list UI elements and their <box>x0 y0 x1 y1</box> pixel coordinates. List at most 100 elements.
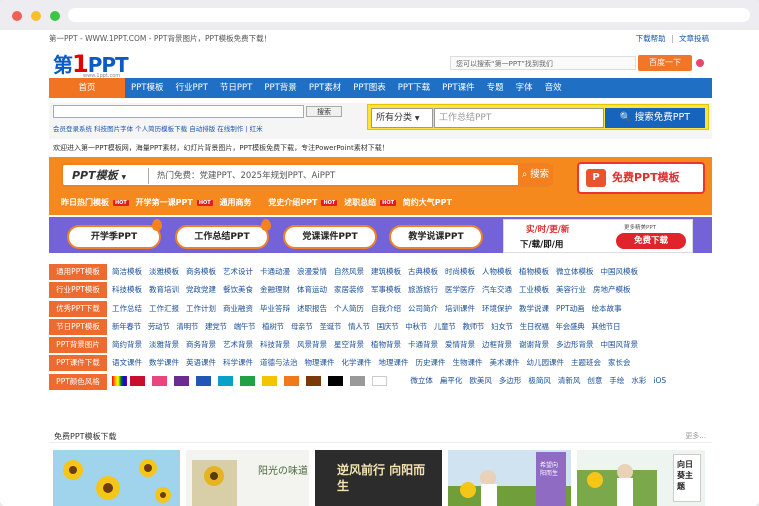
category-link[interactable]: 时尚模板 <box>445 267 475 276</box>
category-link[interactable]: 人物模板 <box>482 267 512 276</box>
color-swatch[interactable] <box>174 375 189 386</box>
category-search-input[interactable]: 工作总结PPT <box>434 108 604 128</box>
category-link[interactable]: 国庆节 <box>377 322 399 331</box>
color-swatch[interactable] <box>350 375 365 386</box>
category-link[interactable]: 家长会 <box>608 358 631 367</box>
color-swatch[interactable] <box>240 375 255 386</box>
site-search-button[interactable]: 搜索 <box>306 106 342 117</box>
category-link[interactable]: 艺术背景 <box>223 340 253 349</box>
category-link[interactable]: 极简风 <box>528 376 551 385</box>
free-ppt-promo-button[interactable]: P 免费PPT模板 <box>577 162 705 194</box>
nav-item[interactable]: PPT下载 <box>392 78 436 98</box>
category-link[interactable]: 生日祝福 <box>520 322 549 331</box>
nav-item[interactable]: PPT图表 <box>347 78 391 98</box>
category-link[interactable]: 植物模板 <box>519 267 549 276</box>
category-link[interactable]: 商业融资 <box>223 304 253 313</box>
color-swatch[interactable] <box>262 375 277 386</box>
maximize-window-icon[interactable] <box>50 11 60 21</box>
download-ad[interactable]: 实/时/更/新 下/载/即/用 更多精美PPT 免费下载 <box>503 219 693 253</box>
category-link[interactable]: 述职报告 <box>297 304 327 313</box>
category-link[interactable]: 科学课件 <box>223 358 253 367</box>
template-thumbnail[interactable]: 希望向阳而生 <box>448 450 571 506</box>
category-link[interactable]: 环境保护 <box>482 304 512 313</box>
category-link[interactable]: 中国风模板 <box>601 267 639 276</box>
category-link[interactable]: 房地产模板 <box>593 285 631 294</box>
category-link[interactable]: 物理课件 <box>305 358 335 367</box>
address-bar[interactable] <box>68 8 750 22</box>
category-link[interactable]: 幼儿园课件 <box>527 358 565 367</box>
category-link[interactable]: 个人简历 <box>334 304 364 313</box>
category-link[interactable]: 淡雅模板 <box>149 267 179 276</box>
category-link[interactable]: 植物背景 <box>371 340 401 349</box>
category-link[interactable]: 培训课件 <box>445 304 475 313</box>
nav-item[interactable]: PPT素材 <box>303 78 347 98</box>
category-link[interactable]: 清新风 <box>558 376 581 385</box>
baidu-search-button[interactable]: 百度一下 <box>638 55 692 71</box>
download-help-link[interactable]: 下载帮助 <box>636 34 666 43</box>
category-link[interactable]: 星空背景 <box>334 340 364 349</box>
main-search-category[interactable]: PPT模板 ▼ <box>67 168 149 184</box>
category-link[interactable]: 创意 <box>587 376 602 385</box>
category-link[interactable]: 汽车交通 <box>482 285 512 294</box>
category-link[interactable]: 淡雅背景 <box>149 340 179 349</box>
color-swatch[interactable] <box>130 375 145 386</box>
nav-item[interactable]: 字体 <box>510 78 539 98</box>
category-link[interactable]: 数学课件 <box>149 358 179 367</box>
category-link[interactable]: 建党节 <box>205 322 227 331</box>
color-swatch[interactable] <box>372 375 387 386</box>
category-link[interactable]: 扁平化 <box>440 376 463 385</box>
category-link[interactable]: 绘本故事 <box>592 304 622 313</box>
category-link[interactable]: 军事模板 <box>371 285 401 294</box>
color-swatch[interactable] <box>306 375 321 386</box>
category-link[interactable]: 边框背景 <box>482 340 512 349</box>
category-link[interactable]: 圣诞节 <box>319 322 341 331</box>
category-link[interactable]: 古典模板 <box>408 267 438 276</box>
category-link[interactable]: 教学说课 <box>519 304 549 313</box>
category-link[interactable]: 欧美风 <box>469 376 492 385</box>
nav-item[interactable]: 节日PPT <box>214 78 258 98</box>
category-link[interactable]: 道德与法治 <box>260 358 298 367</box>
category-link[interactable]: 体育运动 <box>297 285 327 294</box>
category-link[interactable]: PPT动画 <box>556 304 585 313</box>
category-link[interactable]: 中秋节 <box>405 322 427 331</box>
category-link[interactable]: 党政党建 <box>186 285 216 294</box>
category-link[interactable]: 生物课件 <box>453 358 483 367</box>
hot-link[interactable]: 述职总结 <box>344 198 376 207</box>
nav-item[interactable]: PPT课件 <box>436 78 480 98</box>
nav-item[interactable]: PPT模板 <box>125 78 169 98</box>
hot-link[interactable]: 党史介绍PPT <box>268 198 317 207</box>
category-link[interactable]: 建筑模板 <box>371 267 401 276</box>
category-link[interactable]: 简约背景 <box>112 340 142 349</box>
close-icon[interactable] <box>696 59 704 67</box>
category-link[interactable]: 多边形 <box>499 376 522 385</box>
category-link[interactable]: 美容行业 <box>556 285 586 294</box>
nav-item[interactable]: 音效 <box>539 78 568 98</box>
category-link[interactable]: 其他节日 <box>591 322 620 331</box>
category-label[interactable]: 节日PPT模板 <box>49 318 107 335</box>
nav-item-home[interactable]: 首页 <box>49 78 125 98</box>
nav-item[interactable]: 行业PPT <box>169 78 213 98</box>
more-link[interactable]: 更多... <box>685 431 706 441</box>
category-link[interactable]: 历史课件 <box>416 358 446 367</box>
category-link[interactable]: 毕业答辩 <box>260 304 290 313</box>
hot-link[interactable]: 通用商务 <box>220 198 252 207</box>
color-swatch[interactable] <box>218 375 233 386</box>
category-link[interactable]: 卡通背景 <box>408 340 438 349</box>
template-thumbnail[interactable]: 阳光の味道 <box>186 450 309 506</box>
category-link[interactable]: 植树节 <box>262 322 284 331</box>
category-link[interactable]: 母亲节 <box>291 322 313 331</box>
category-select[interactable]: 所有分类 ▼ <box>371 108 433 128</box>
category-link[interactable]: 工作汇报 <box>149 304 179 313</box>
category-link[interactable]: 公司简介 <box>408 304 438 313</box>
category-link[interactable]: iOS <box>653 376 666 385</box>
category-link[interactable]: 餐饮美食 <box>223 285 253 294</box>
category-label[interactable]: PPT颜色风格 <box>49 373 107 390</box>
search-free-ppt-button[interactable]: 🔍 搜索免费PPT <box>605 108 705 128</box>
category-link[interactable]: 自然风景 <box>334 267 364 276</box>
category-link[interactable]: 谢谢背景 <box>519 340 549 349</box>
category-link[interactable]: 浪漫爱情 <box>297 267 327 276</box>
category-link[interactable]: 中国风背景 <box>601 340 639 349</box>
nav-item[interactable]: 专题 <box>481 78 510 98</box>
category-link[interactable]: 端午节 <box>234 322 256 331</box>
color-swatch[interactable] <box>284 375 299 386</box>
